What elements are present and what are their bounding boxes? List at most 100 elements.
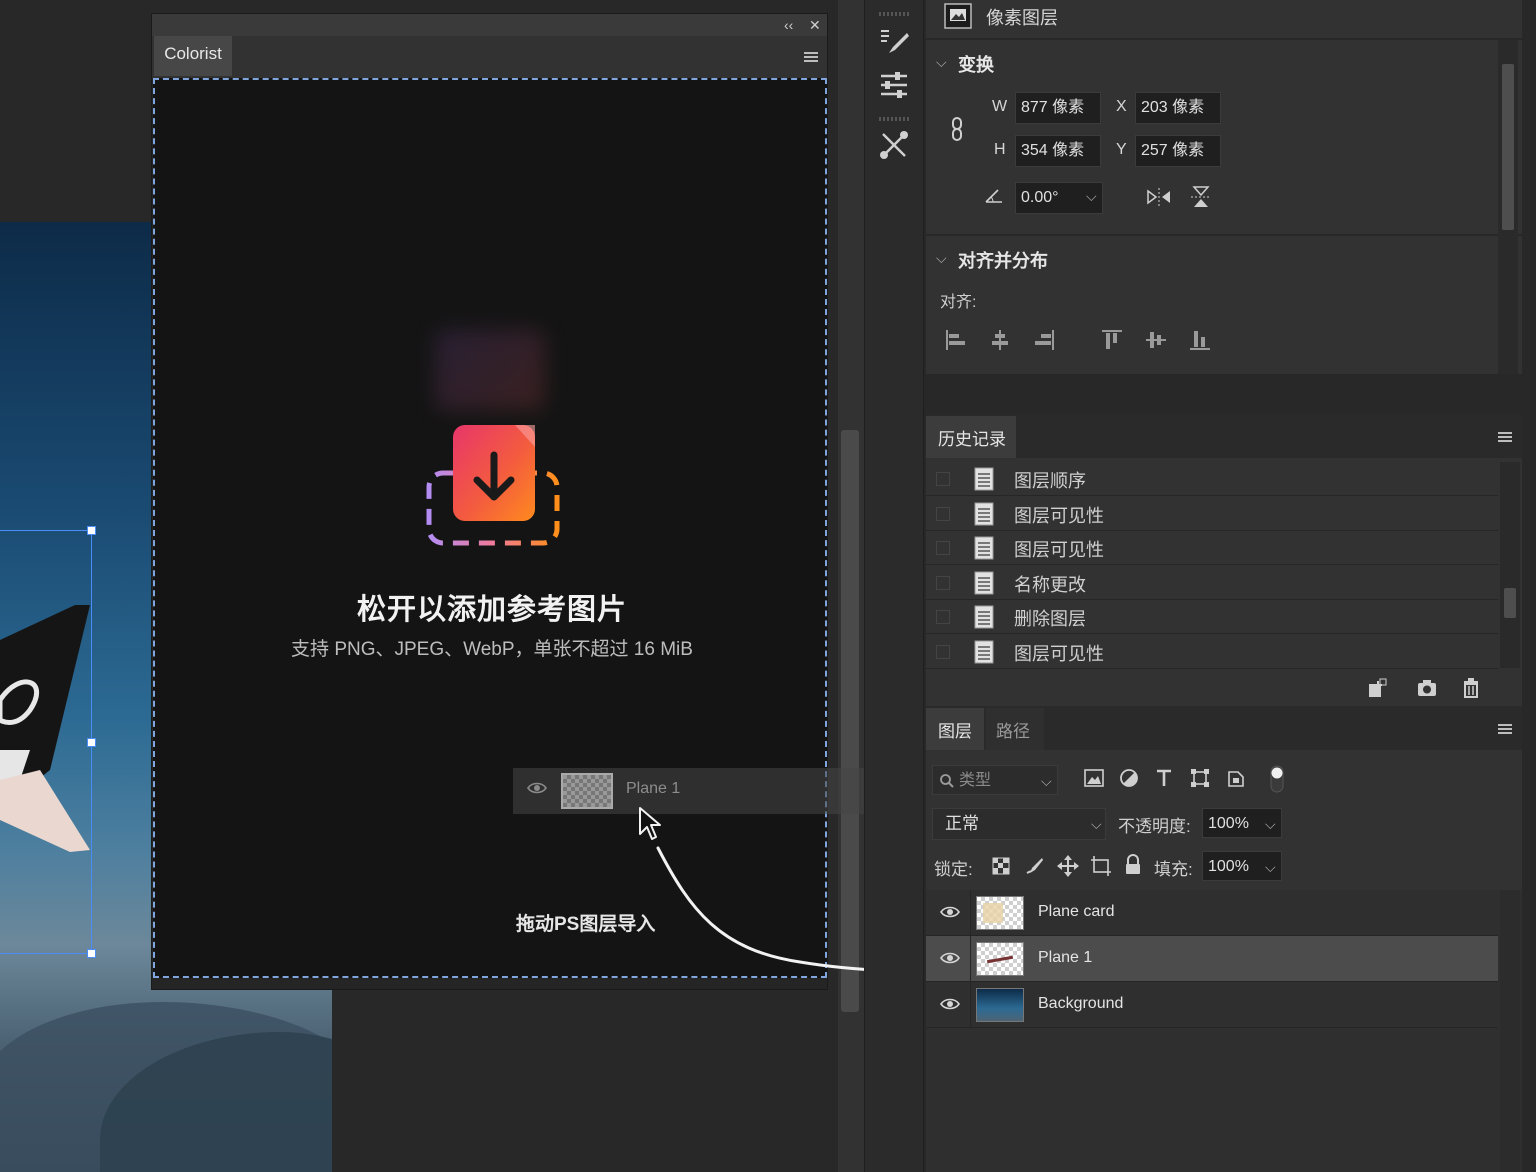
height-field[interactable]: 354 像素	[1015, 135, 1101, 167]
lock-artboard-icon[interactable]	[1090, 855, 1112, 877]
history-item[interactable]: 图层可见性	[926, 531, 1498, 565]
lock-position-move-icon[interactable]	[1057, 855, 1079, 877]
scrollbar-thumb[interactable]	[1502, 64, 1514, 230]
filter-adjustment-layer-icon[interactable]	[1119, 768, 1139, 788]
chevron-down-icon[interactable]: ⌵	[936, 250, 947, 267]
flip-horizontal-icon[interactable]	[1146, 187, 1172, 207]
layers-menu-icon[interactable]	[1498, 722, 1512, 740]
filter-smart-object-icon[interactable]	[1226, 768, 1246, 788]
layer-filter-select[interactable]: 类型 ⌵	[932, 765, 1058, 795]
scrollbar-thumb[interactable]	[1504, 588, 1516, 618]
transform-handle-bottom-right[interactable]	[87, 949, 96, 958]
x-field[interactable]: 203 像素	[1135, 92, 1221, 124]
align-horizontal-centers-icon[interactable]	[988, 328, 1012, 352]
visibility-eye-icon[interactable]	[940, 905, 960, 919]
fill-field[interactable]: 100% ⌵	[1202, 851, 1282, 881]
w-label: W	[992, 98, 1008, 115]
mouse-cursor-icon	[639, 807, 661, 840]
delete-trash-icon[interactable]	[1461, 676, 1481, 698]
layer-thumbnail[interactable]	[976, 988, 1024, 1022]
panel-menu-icon[interactable]	[804, 50, 818, 68]
align-title[interactable]: 对齐并分布	[958, 247, 1048, 273]
history-snapshot-checkbox[interactable]	[936, 506, 950, 521]
x-label: X	[1116, 98, 1127, 115]
colorist-titlebar[interactable]: ‹‹ ✕	[152, 14, 827, 36]
history-item[interactable]: 图层可见性	[926, 635, 1498, 669]
blend-mode-select[interactable]: 正常 ⌵	[932, 808, 1106, 840]
blend-mode-value: 正常	[945, 814, 979, 833]
tab-colorist[interactable]: Colorist	[154, 36, 232, 76]
brush-settings-icon[interactable]	[877, 25, 911, 59]
visibility-eye-icon[interactable]	[940, 951, 960, 965]
tool-presets-icon[interactable]	[877, 128, 911, 162]
transform-selection-box[interactable]	[0, 526, 96, 958]
angle-dropdown-chevron-icon[interactable]: ⌵	[1086, 188, 1097, 205]
history-state-icon	[974, 605, 994, 629]
history-snapshot-checkbox[interactable]	[936, 541, 950, 555]
transform-handle-middle-right[interactable]	[87, 738, 96, 747]
layer-thumbnail[interactable]	[976, 896, 1024, 930]
layer-name[interactable]: Background	[1038, 995, 1123, 1013]
tab-layers[interactable]: 图层	[926, 708, 984, 750]
align-section: ⌵ 对齐并分布 对齐:	[926, 236, 1522, 374]
history-state-icon	[974, 536, 994, 560]
history-item-label: 图层可见性	[1014, 505, 1104, 526]
close-panel-button[interactable]: ✕	[809, 14, 821, 36]
panel-icon-strip	[864, 0, 924, 1172]
adjustments-icon[interactable]	[877, 68, 911, 102]
align-bottom-edges-icon[interactable]	[1188, 328, 1212, 352]
layer-row[interactable]: Plane 1	[926, 936, 1498, 982]
layer-thumbnail[interactable]	[976, 942, 1024, 976]
history-snapshot-checkbox[interactable]	[936, 575, 950, 590]
link-icon[interactable]	[948, 116, 966, 142]
layer-row[interactable]: Background	[926, 982, 1498, 1028]
history-item[interactable]: 图层顺序	[926, 462, 1498, 496]
lock-image-pixels-brush-icon[interactable]	[1024, 856, 1044, 876]
visibility-eye-icon[interactable]	[940, 997, 960, 1011]
history-snapshot-checkbox[interactable]	[936, 472, 950, 486]
flip-vertical-icon[interactable]	[1190, 185, 1212, 209]
filter-shape-layer-icon[interactable]	[1190, 768, 1210, 788]
tab-paths[interactable]: 路径	[986, 708, 1044, 750]
transform-title[interactable]: 变换	[958, 51, 994, 77]
collapse-panel-button[interactable]: ‹‹	[784, 14, 793, 36]
history-item[interactable]: 名称更改	[926, 566, 1498, 600]
chevron-down-icon[interactable]: ⌵	[936, 54, 947, 71]
properties-scrollbar[interactable]	[1498, 40, 1518, 374]
opacity-field[interactable]: 100% ⌵	[1202, 808, 1282, 838]
history-snapshot-checkbox[interactable]	[936, 644, 950, 659]
align-vertical-centers-icon[interactable]	[1144, 328, 1168, 352]
width-field[interactable]: 877 像素	[1015, 92, 1101, 124]
history-snapshot-checkbox[interactable]	[936, 610, 950, 624]
layer-row[interactable]: Plane card	[926, 890, 1498, 936]
layers-scrollbar[interactable]	[1500, 890, 1520, 1172]
history-menu-icon[interactable]	[1498, 430, 1512, 448]
layer-name[interactable]: Plane card	[1038, 903, 1115, 921]
filter-type-layer-icon[interactable]	[1154, 768, 1174, 788]
history-scrollbar[interactable]	[1500, 462, 1520, 668]
align-right-edges-icon[interactable]	[1032, 328, 1056, 352]
history-item-label: 图层顺序	[1014, 471, 1086, 491]
drop-subtitle: 支持 PNG、JPEG、WebP，单张不超过 16 MiB	[291, 639, 693, 660]
transform-handle-top-right[interactable]	[87, 526, 96, 535]
tab-history[interactable]: 历史记录	[926, 416, 1016, 458]
align-top-edges-icon[interactable]	[1100, 328, 1124, 352]
filter-pixel-layer-icon[interactable]	[1084, 769, 1104, 787]
tab-layers-label: 图层	[938, 722, 972, 741]
chevron-down-icon: ⌵	[1041, 773, 1052, 789]
lock-label: 锁定:	[934, 860, 973, 879]
history-item[interactable]: 图层可见性	[926, 497, 1498, 531]
snapshot-camera-icon[interactable]	[1416, 677, 1438, 699]
lock-all-icon[interactable]	[1124, 854, 1142, 876]
history-item[interactable]: 删除图层	[926, 600, 1498, 634]
lock-transparent-pixels-icon[interactable]	[992, 857, 1010, 875]
strip-grip[interactable]	[879, 12, 911, 16]
strip-grip[interactable]	[879, 117, 911, 121]
new-document-from-state-icon[interactable]	[1366, 677, 1388, 699]
layer-name[interactable]: Plane 1	[1038, 949, 1092, 967]
y-field[interactable]: 257 像素	[1135, 135, 1221, 167]
opacity-label: 不透明度:	[1118, 817, 1191, 836]
layers-controls: 类型 ⌵ 正常 ⌵ 不透明度: 100% ⌵ 锁定: 填充: 100% ⌵	[926, 750, 1522, 890]
align-left-edges-icon[interactable]	[944, 328, 968, 352]
filter-toggle-switch[interactable]	[1268, 764, 1286, 794]
